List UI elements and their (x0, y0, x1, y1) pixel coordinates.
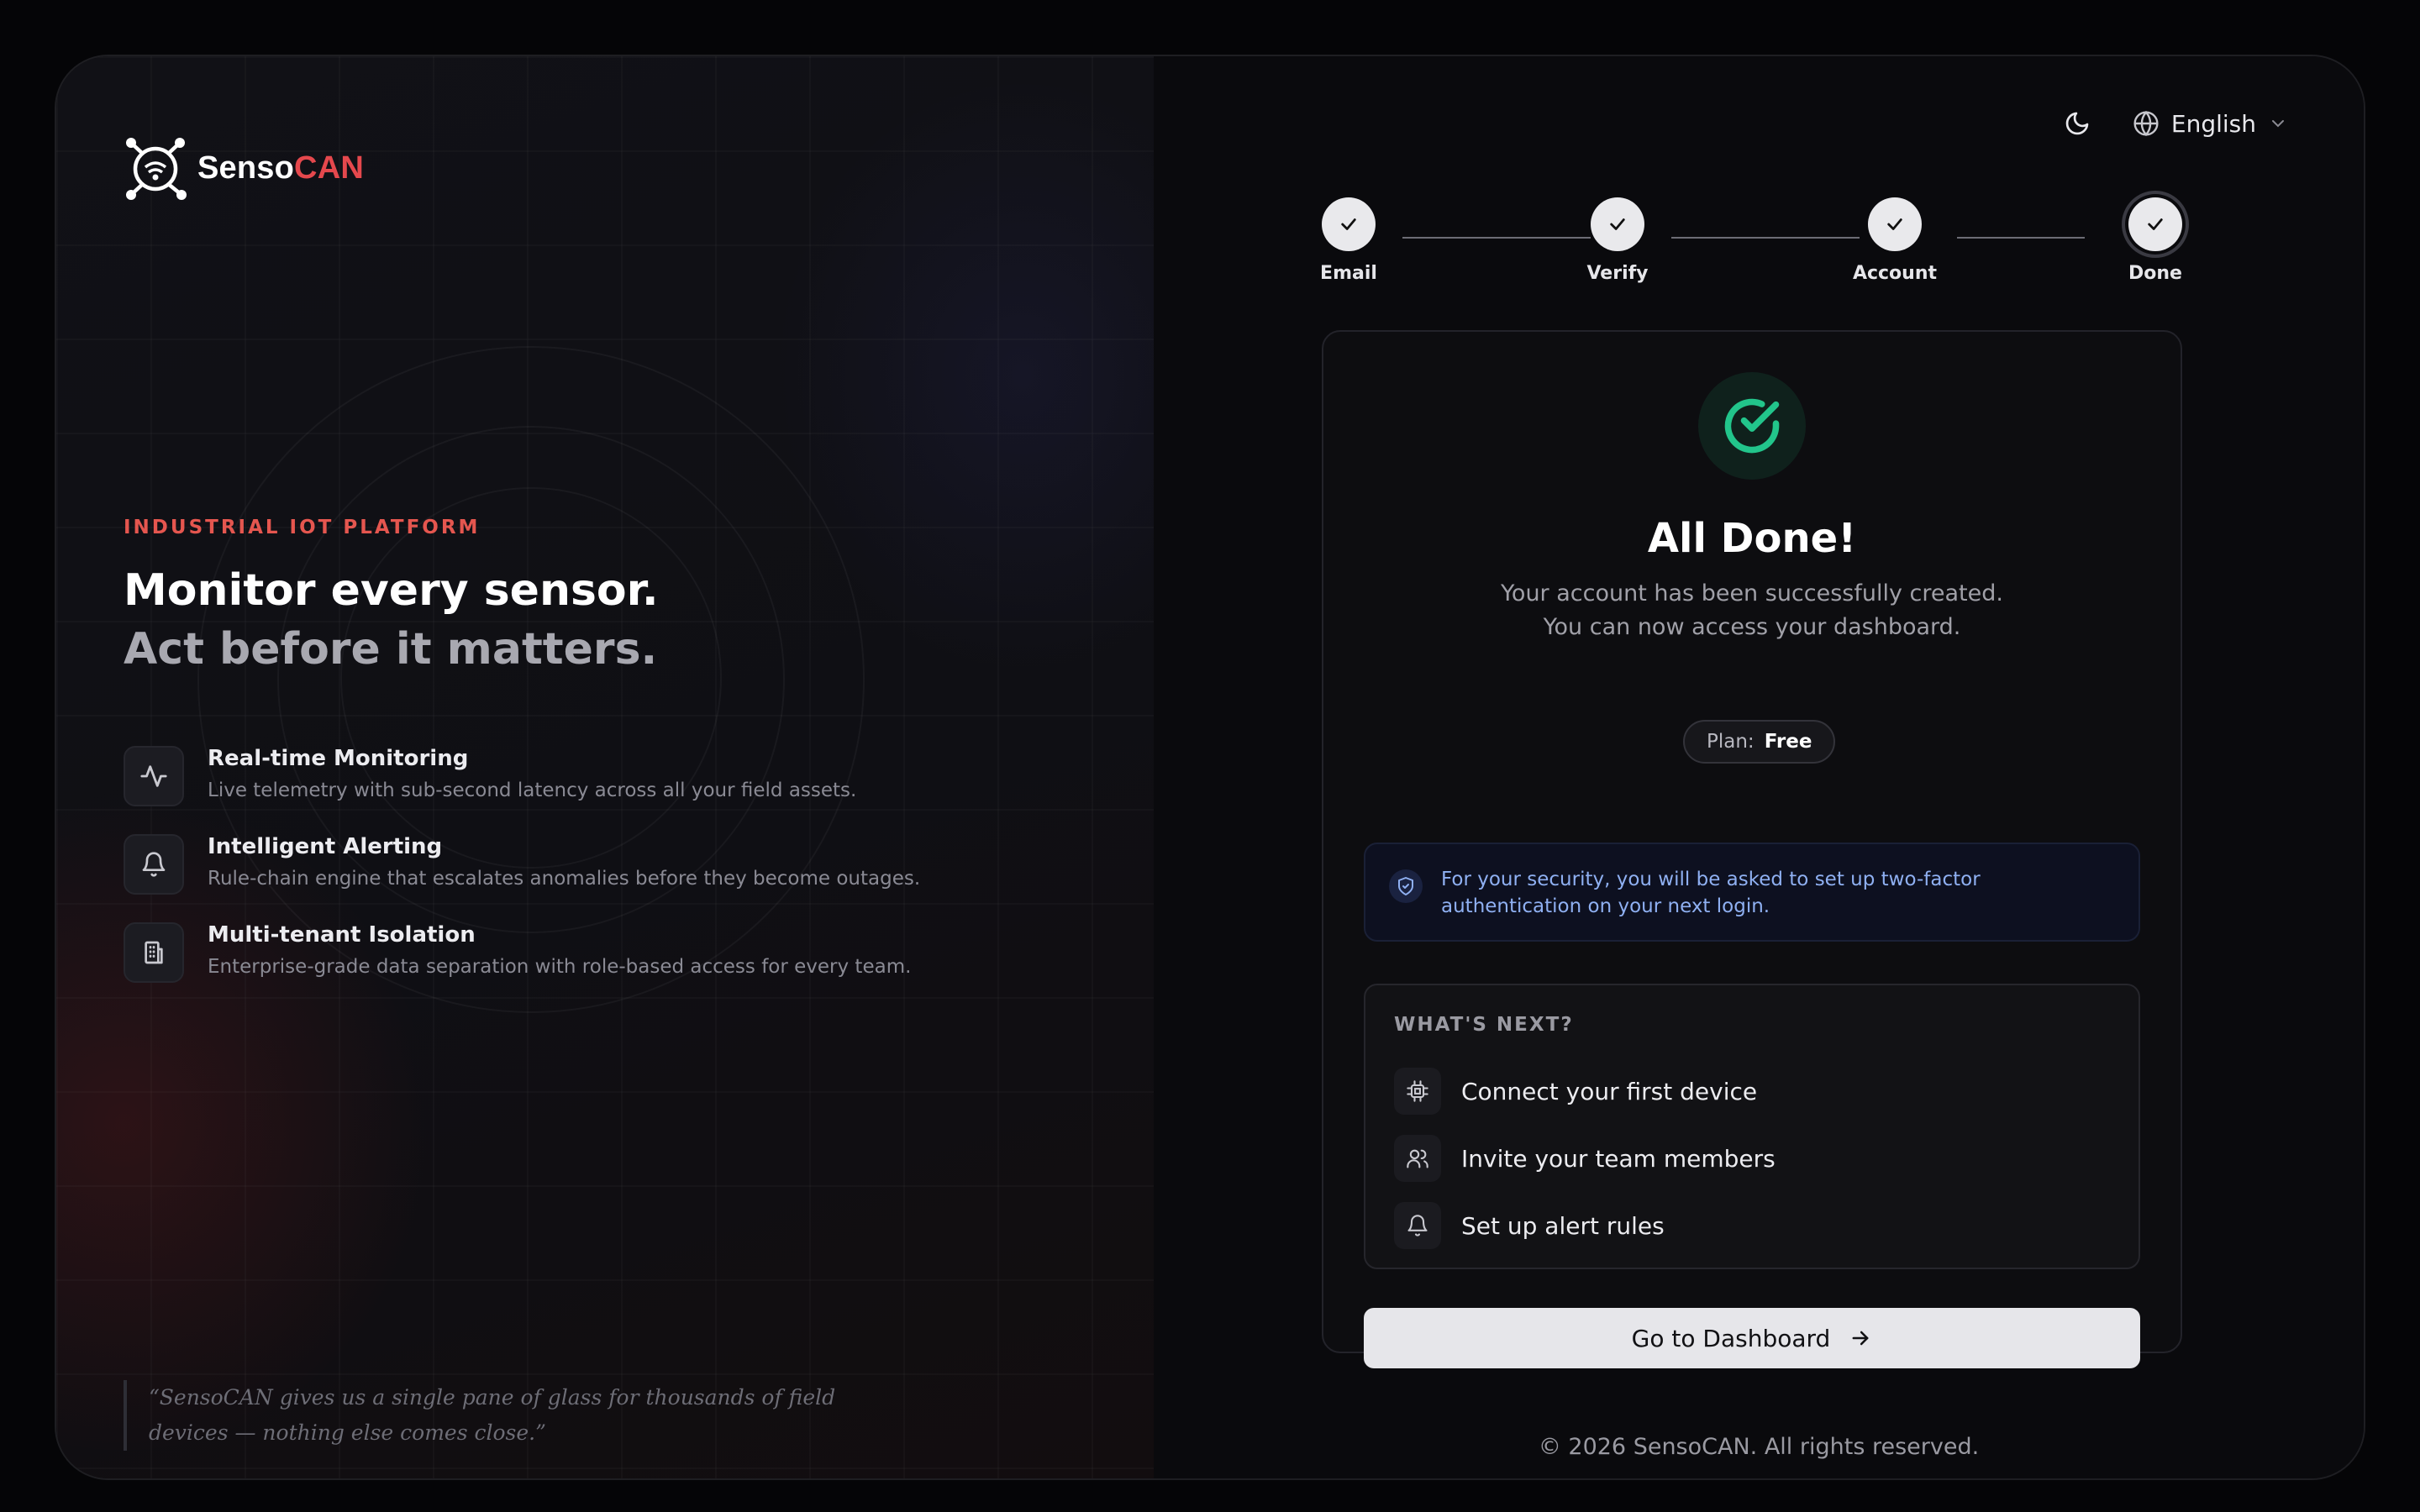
step-connector (1671, 237, 1860, 239)
brand-name: SensoCAN (197, 150, 364, 186)
top-controls: English (2059, 105, 2288, 142)
arrow-right-icon (1852, 1331, 1869, 1346)
feature-description: Rule-chain engine that escalates anomali… (208, 868, 921, 890)
plan-badge: Plan: Free (1683, 720, 1836, 764)
go-to-dashboard-label: Go to Dashboard (1631, 1324, 1831, 1352)
feature-item: Intelligent Alerting Rule-chain engine t… (124, 827, 920, 916)
next-step-label: Set up alert rules (1461, 1211, 1665, 1240)
language-label: English (2170, 109, 2256, 138)
security-notice-text: For your security, you will be asked to … (1441, 869, 1981, 917)
language-select[interactable]: English (2133, 110, 2288, 138)
check-icon (1868, 197, 1922, 251)
next-step-item[interactable]: Invite your team members (1394, 1125, 1776, 1192)
feature-title: Real-time Monitoring (208, 746, 469, 771)
activity-icon (124, 746, 184, 806)
marketing-panel: SensoCAN INDUSTRIAL IOT PLATFORM Monitor… (56, 56, 1155, 1478)
signup-panel: English Email Verify Account Done All Do… (1154, 56, 2364, 1478)
step-label: Email (1320, 263, 1377, 284)
subtitle-line: You can now access your dashboard. (1543, 614, 1961, 640)
globe-icon (2133, 110, 2159, 137)
whats-next-panel: WHAT'S NEXT? Connect your first device I… (1364, 984, 2140, 1269)
feature-list: Real-time Monitoring Live telemetry with… (124, 739, 920, 1004)
step-email: Email (1298, 197, 1399, 284)
check-icon (1322, 197, 1376, 251)
completion-card: All Done! Your account has been successf… (1322, 330, 2182, 1368)
step-account: Account (1844, 197, 1945, 284)
brand-logo[interactable]: SensoCAN (124, 134, 364, 202)
quote-line: devices — nothing else comes close.” (149, 1420, 546, 1445)
go-to-dashboard-button[interactable]: Go to Dashboard (1364, 1308, 2140, 1368)
step-label: Verify (1586, 263, 1649, 284)
theme-toggle-button[interactable] (2059, 105, 2096, 142)
bell-icon (124, 834, 184, 895)
completion-subtitle: Your account has been successfully creat… (1323, 577, 2181, 644)
building-icon (124, 922, 184, 983)
step-done: Done (2105, 197, 2206, 284)
chip-icon (1394, 1068, 1441, 1115)
testimonial-quote: “SensoCAN gives us a single pane of glas… (124, 1380, 855, 1451)
users-icon (1394, 1135, 1441, 1182)
step-connector (1957, 237, 2085, 239)
step-verify: Verify (1567, 197, 1668, 284)
brand-name-accent: CAN (294, 150, 364, 186)
chevron-down-icon (2272, 120, 2284, 128)
next-step-label: Connect your first device (1461, 1077, 1758, 1105)
whats-next-title: WHAT'S NEXT? (1394, 1014, 1574, 1036)
security-notice: For your security, you will be asked to … (1364, 843, 2140, 942)
quote-line: “SensoCAN gives us a single pane of glas… (149, 1385, 836, 1410)
copyright-footer: © 2026 SensoCAN. All rights reserved. (1538, 1434, 1980, 1460)
next-step-item[interactable]: Connect your first device (1394, 1058, 1776, 1125)
step-connector (1402, 237, 1591, 239)
plan-value: Free (1764, 731, 1812, 753)
completion-title: All Done! (1647, 515, 1857, 562)
plan-label: Plan: (1707, 731, 1754, 753)
feature-description: Enterprise-grade data separation with ro… (208, 956, 912, 978)
hero-subheadline: Act before it matters. (124, 624, 658, 675)
subtitle-line: Your account has been successfully creat… (1501, 580, 2003, 606)
shield-check-icon (1389, 869, 1423, 903)
next-step-item[interactable]: Set up alert rules (1394, 1192, 1776, 1259)
bell-icon (1394, 1202, 1441, 1249)
check-icon (1591, 197, 1644, 251)
hero-headline: Monitor every sensor. (124, 565, 659, 616)
feature-item: Real-time Monitoring Live telemetry with… (124, 739, 920, 827)
sensocan-logo-icon (126, 138, 187, 200)
feature-description: Live telemetry with sub-second latency a… (208, 780, 857, 801)
feature-title: Multi-tenant Isolation (208, 922, 476, 948)
feature-item: Multi-tenant Isolation Enterprise-grade … (124, 916, 920, 1004)
app-window: SensoCAN INDUSTRIAL IOT PLATFORM Monitor… (55, 55, 2365, 1480)
hero-eyebrow: INDUSTRIAL IOT PLATFORM (124, 517, 481, 538)
step-label: Done (2128, 263, 2182, 284)
feature-title: Intelligent Alerting (208, 834, 443, 859)
step-label: Account (1852, 263, 1938, 284)
check-circle-icon (1698, 372, 1806, 480)
check-icon (2128, 197, 2182, 251)
moon-icon (2065, 112, 2089, 135)
progress-stepper: Email Verify Account Done (1320, 197, 2182, 290)
next-step-label: Invite your team members (1461, 1144, 1776, 1173)
whats-next-list: Connect your first device Invite your te… (1394, 1058, 1776, 1259)
